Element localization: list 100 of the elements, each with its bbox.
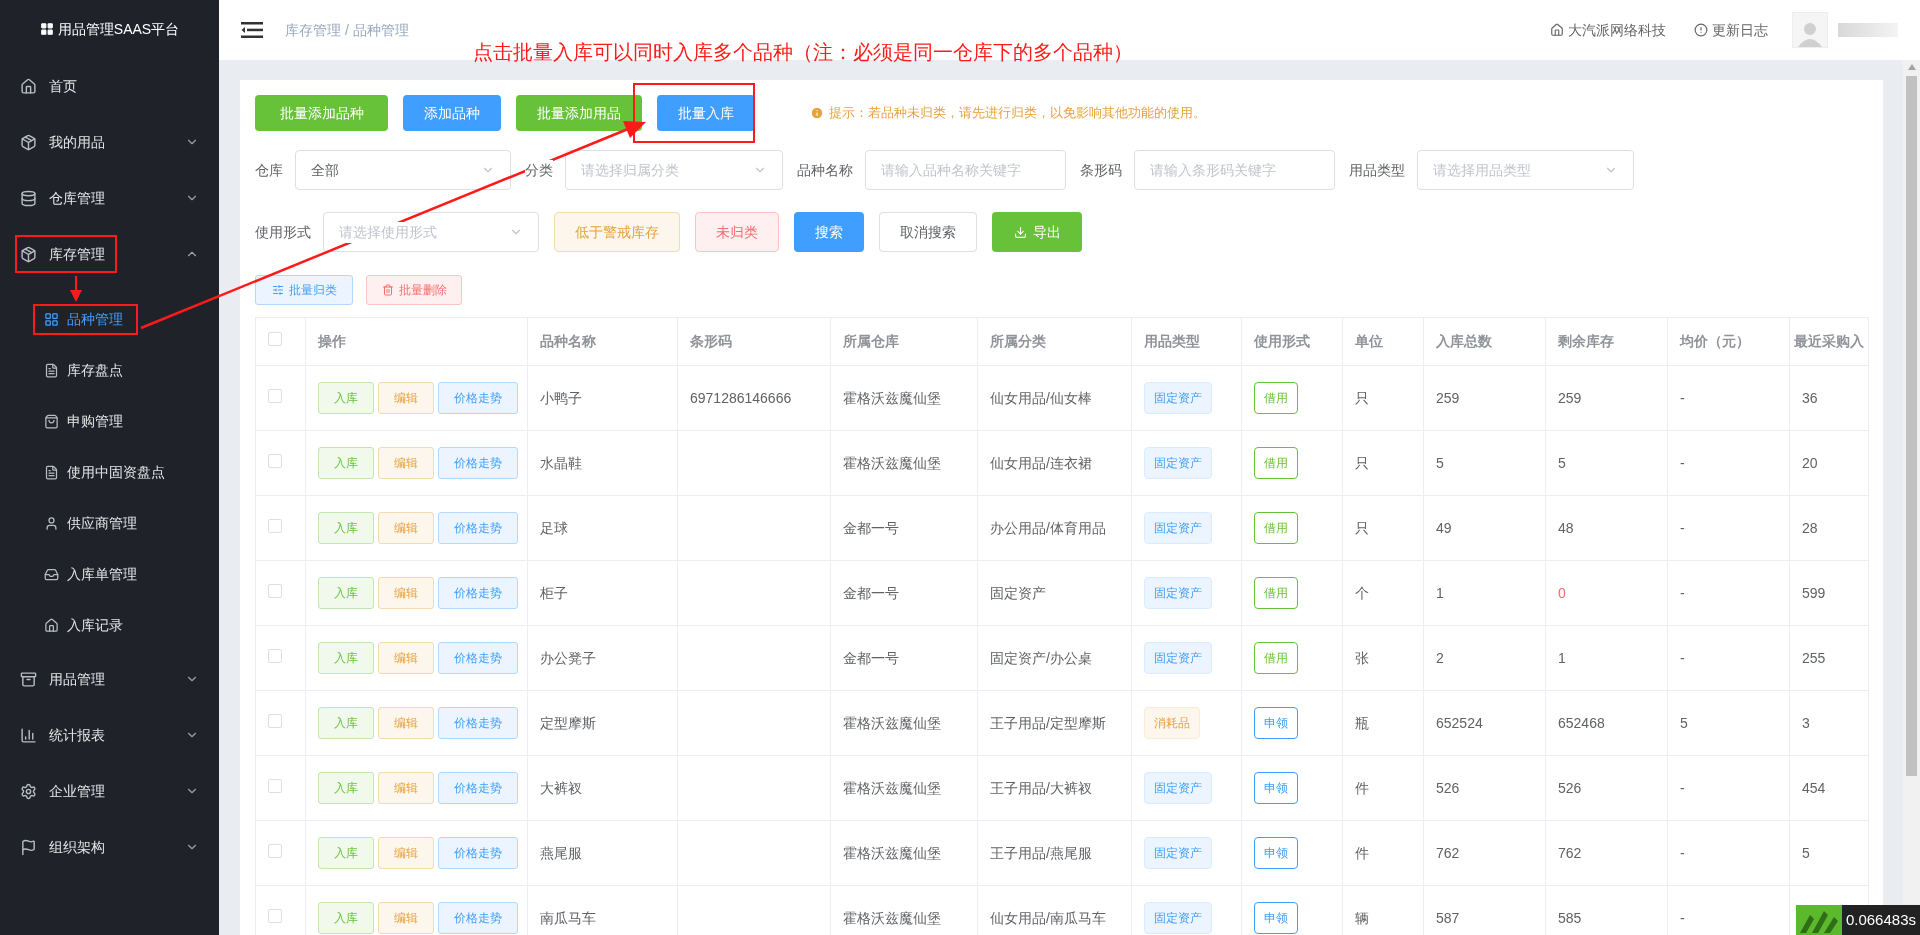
- action-button[interactable]: 入库: [318, 642, 374, 674]
- table-cell: 瓶: [1342, 690, 1424, 756]
- checkbox[interactable]: [268, 518, 282, 533]
- select-field[interactable]: 请选择归属分类: [565, 150, 783, 190]
- usage-tag: 借用: [1254, 382, 1298, 414]
- filter-button[interactable]: 低于警戒库存: [554, 212, 680, 252]
- action-button[interactable]: 价格走势: [438, 772, 518, 804]
- app-logo: 用品管理SAAS平台: [57, 19, 180, 39]
- batch-button[interactable]: 批量归类: [255, 275, 353, 305]
- table-cell: 36: [1789, 365, 1869, 431]
- type-tag: 固定资产: [1144, 382, 1212, 414]
- annotation-note: 点击批量入库可以同时入库多个品种（注：必须是同一仓库下的多个品种）: [473, 40, 1133, 65]
- input-field[interactable]: 请输入品种名称关键字: [865, 150, 1066, 190]
- action-button[interactable]: 编辑: [378, 707, 434, 739]
- menu-item[interactable]: 统计报表: [0, 707, 219, 763]
- table-cell: 金都一号: [830, 495, 978, 561]
- action-button[interactable]: 价格走势: [438, 902, 518, 934]
- usage-tag: 申领: [1254, 707, 1298, 739]
- action-button[interactable]: 价格走势: [438, 642, 518, 674]
- action-button[interactable]: 编辑: [378, 577, 434, 609]
- box-icon: [20, 245, 37, 263]
- action-button[interactable]: 入库: [318, 447, 374, 479]
- checkbox[interactable]: [268, 713, 282, 728]
- toolbar-button[interactable]: 批量添加用品: [516, 95, 642, 131]
- action-button[interactable]: 编辑: [378, 512, 434, 544]
- submenu-item[interactable]: 入库单管理: [0, 549, 219, 600]
- table-cell: 霍格沃兹魔仙堡: [830, 755, 978, 821]
- submenu-item[interactable]: 品种管理: [0, 294, 219, 345]
- search-button[interactable]: 搜索: [794, 212, 864, 252]
- checkbox[interactable]: [268, 453, 282, 468]
- action-button[interactable]: 入库: [318, 512, 374, 544]
- select-field[interactable]: 全部: [295, 150, 511, 190]
- checkbox[interactable]: [268, 332, 282, 346]
- menu-item[interactable]: 仓库管理: [0, 170, 219, 226]
- action-button[interactable]: 入库: [318, 902, 374, 934]
- scrollbar[interactable]: [1903, 60, 1920, 904]
- action-button[interactable]: 编辑: [378, 837, 434, 869]
- avatar[interactable]: [1792, 12, 1828, 48]
- action-button[interactable]: 价格走势: [438, 512, 518, 544]
- action-button[interactable]: 编辑: [378, 642, 434, 674]
- filter-button[interactable]: 未归类: [695, 212, 779, 252]
- checkbox[interactable]: [268, 843, 282, 858]
- arrow-up-icon[interactable]: [1907, 64, 1916, 70]
- table-cell: -: [1667, 560, 1790, 626]
- select-field[interactable]: 请选择用品类型: [1417, 150, 1634, 190]
- toolbar-button[interactable]: 批量添加品种: [255, 95, 388, 131]
- checkbox[interactable]: [268, 908, 282, 923]
- table-cell: 足球: [527, 495, 678, 561]
- checkbox[interactable]: [268, 648, 282, 663]
- menu-icon[interactable]: [241, 22, 263, 38]
- cancel-button[interactable]: 取消搜索: [879, 212, 977, 252]
- menu-item[interactable]: 库存管理: [0, 226, 219, 282]
- table-cell: -: [1667, 625, 1790, 691]
- action-button[interactable]: 价格走势: [438, 577, 518, 609]
- usage-tag: 借用: [1254, 447, 1298, 479]
- table-cell: 霍格沃兹魔仙堡: [830, 690, 978, 756]
- menu-item[interactable]: 首页: [0, 58, 219, 114]
- checkbox[interactable]: [268, 388, 282, 403]
- menu-item[interactable]: 我的用品: [0, 114, 219, 170]
- batch-button[interactable]: 批量删除: [366, 275, 462, 305]
- header-link[interactable]: 更新日志: [1712, 19, 1768, 41]
- column-header: 剩余库存: [1545, 317, 1668, 366]
- action-button[interactable]: 价格走势: [438, 707, 518, 739]
- select-field[interactable]: 请选择使用形式: [323, 212, 539, 252]
- export-button[interactable]: 导出: [992, 212, 1082, 252]
- table-cell: 255: [1789, 625, 1869, 691]
- table-cell: 办公凳子: [527, 625, 678, 691]
- checkbox[interactable]: [268, 583, 282, 598]
- action-button[interactable]: 价格走势: [438, 382, 518, 414]
- action-button[interactable]: 入库: [318, 382, 374, 414]
- action-button[interactable]: 编辑: [378, 902, 434, 934]
- menu-item[interactable]: 企业管理: [0, 763, 219, 819]
- action-button[interactable]: 入库: [318, 577, 374, 609]
- submenu-item[interactable]: 库存盘点: [0, 345, 219, 396]
- header-link[interactable]: 大汽派网络科技: [1568, 19, 1666, 41]
- toolbar-button[interactable]: 批量入库: [657, 95, 755, 131]
- submenu-item[interactable]: 使用中固资盘点: [0, 447, 219, 498]
- action-button[interactable]: 编辑: [378, 772, 434, 804]
- type-tag: 固定资产: [1144, 577, 1212, 609]
- table-cell: 526: [1545, 755, 1668, 821]
- table-cell: 526: [1423, 755, 1546, 821]
- action-button[interactable]: 入库: [318, 707, 374, 739]
- table-cell: 固定资产: [977, 560, 1132, 626]
- toolbar-button[interactable]: 添加品种: [403, 95, 501, 131]
- checkbox[interactable]: [268, 778, 282, 793]
- submenu-item[interactable]: 入库记录: [0, 600, 219, 651]
- column-header: 使用形式: [1241, 317, 1343, 366]
- action-button[interactable]: 编辑: [378, 447, 434, 479]
- action-button[interactable]: 价格走势: [438, 837, 518, 869]
- action-button[interactable]: 入库: [318, 837, 374, 869]
- action-button[interactable]: 价格走势: [438, 447, 518, 479]
- input-field[interactable]: 请输入条形码关键字: [1134, 150, 1335, 190]
- action-button[interactable]: 入库: [318, 772, 374, 804]
- menu-item[interactable]: 组织架构: [0, 819, 219, 875]
- home-icon: [44, 618, 59, 633]
- submenu-item[interactable]: 申购管理: [0, 396, 219, 447]
- submenu-item[interactable]: 供应商管理: [0, 498, 219, 549]
- menu-item[interactable]: 用品管理: [0, 651, 219, 707]
- action-button[interactable]: 编辑: [378, 382, 434, 414]
- table-cell: 王子用品/燕尾服: [977, 820, 1132, 886]
